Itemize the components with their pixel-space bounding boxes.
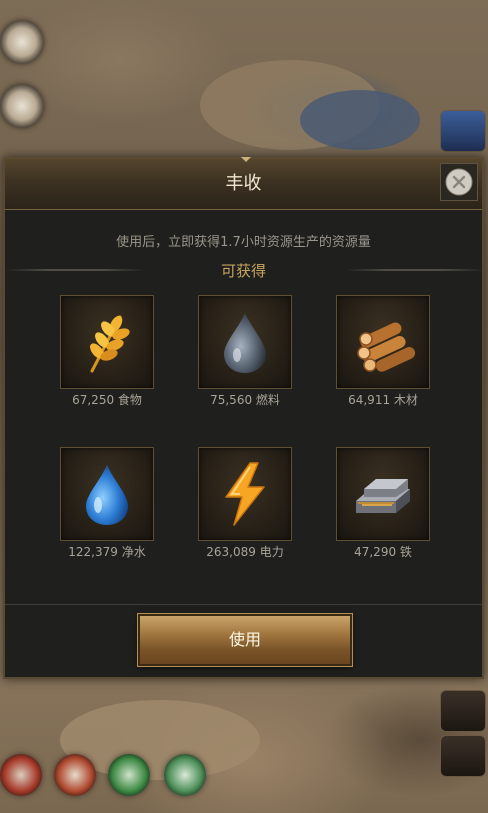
iron-ingot-icon: [356, 479, 410, 513]
resource-item-iron[interactable]: 47,290 铁: [336, 447, 430, 560]
resource-item-power[interactable]: 263,089 电力: [198, 447, 292, 560]
resource-box: [60, 295, 154, 389]
wheat-icon: [90, 315, 130, 373]
bottom-alliance-icon[interactable]: [108, 754, 150, 796]
resource-item-wood[interactable]: 64,911 木材: [336, 295, 430, 408]
resource-item-food[interactable]: 67,250 食物: [60, 295, 154, 408]
resource-item-fuel[interactable]: 75,560 燃料: [198, 295, 292, 408]
resource-box: [336, 447, 430, 541]
bottom-mail-icon[interactable]: [164, 754, 206, 796]
resource-box: [198, 447, 292, 541]
oil-drop-icon: [224, 313, 266, 373]
right-shop-icon[interactable]: [440, 110, 486, 152]
side-build-icon[interactable]: [0, 84, 44, 128]
water-drop-icon: [86, 465, 128, 525]
harvest-dialog: 丰收 使用后，立即获得1.7小时资源生产的资源量 可获得 67,250 食物 7…: [3, 157, 485, 679]
close-icon: [445, 168, 473, 196]
bottom-attack-icon[interactable]: [0, 754, 42, 796]
section-title: 可获得: [220, 262, 266, 280]
resource-label: 263,089 电力: [206, 545, 284, 559]
dialog-header: 丰收: [5, 157, 482, 210]
resource-label: 67,250 食物: [72, 393, 142, 407]
side-menu-icon[interactable]: [0, 20, 44, 64]
wood-logs-icon: [357, 322, 416, 372]
background-roof: [300, 90, 420, 150]
resource-box: [336, 295, 430, 389]
close-button[interactable]: [440, 163, 478, 201]
resource-item-water[interactable]: 122,379 净水: [60, 447, 154, 560]
footer-divider: [5, 604, 482, 605]
right-panel-icon-2[interactable]: [440, 735, 486, 777]
right-panel-icon[interactable]: [440, 690, 486, 732]
lightning-icon: [225, 462, 265, 526]
bottom-camp-icon[interactable]: [54, 754, 96, 796]
use-button[interactable]: 使用: [138, 614, 352, 666]
resource-label: 47,290 铁: [354, 545, 412, 559]
resource-label: 64,911 木材: [348, 393, 418, 407]
resource-box: [198, 295, 292, 389]
resource-label: 75,560 燃料: [210, 393, 280, 407]
dialog-title: 丰收: [225, 173, 262, 194]
resource-box: [60, 447, 154, 541]
resource-label: 122,379 净水: [68, 545, 146, 559]
dialog-description: 使用后，立即获得1.7小时资源生产的资源量: [116, 235, 371, 250]
